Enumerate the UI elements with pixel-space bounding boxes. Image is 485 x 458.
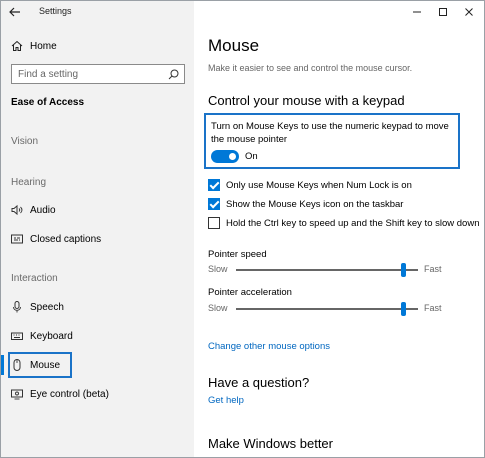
settings-window: Settings Home Ease of Access Vision Hear… <box>0 0 485 458</box>
toggle-state-label: On <box>245 151 258 162</box>
home-icon <box>11 40 23 52</box>
group-label-interaction: Interaction <box>11 273 58 284</box>
slider-track[interactable] <box>236 269 418 271</box>
slider-max-label: Fast <box>424 303 442 313</box>
section-title: Ease of Access <box>11 97 85 108</box>
group-label-vision: Vision <box>11 136 39 147</box>
keypad-section-heading: Control your mouse with a keypad <box>208 93 405 108</box>
question-heading: Have a question? <box>208 375 310 390</box>
sidebar-item-label: Closed captions <box>30 233 102 245</box>
slider-track[interactable] <box>236 308 418 310</box>
checkbox-num-lock[interactable]: Only use Mouse Keys when Num Lock is on <box>208 178 412 192</box>
sidebar-item-audio[interactable]: Audio <box>1 197 194 223</box>
minimize-icon[interactable] <box>406 1 428 23</box>
checkbox-taskbar-icon[interactable]: Show the Mouse Keys icon on the taskbar <box>208 197 403 211</box>
maximize-icon[interactable] <box>432 1 454 23</box>
page-title: Mouse <box>208 36 260 55</box>
home-nav-item[interactable]: Home <box>11 39 57 53</box>
sidebar-item-mouse[interactable]: Mouse <box>1 352 194 378</box>
home-label: Home <box>30 40 57 52</box>
sidebar-item-eye-control[interactable]: Eye control (beta) <box>1 381 194 407</box>
title-bar: Settings <box>1 1 194 23</box>
slider-thumb[interactable] <box>400 302 406 316</box>
sidebar-item-label: Audio <box>30 204 56 216</box>
slider-min-label: Slow <box>208 264 228 274</box>
mouse-keys-highlight-box: Turn on Mouse Keys to use the numeric ke… <box>204 113 460 169</box>
checkbox[interactable] <box>208 217 220 229</box>
search-input[interactable] <box>12 65 162 83</box>
speaker-icon <box>11 204 23 216</box>
closed-captions-icon <box>11 233 23 245</box>
app-title: Settings <box>39 6 72 16</box>
keyboard-icon <box>11 330 23 342</box>
mouse-keys-toggle[interactable] <box>211 150 239 163</box>
search-icon[interactable] <box>168 69 179 80</box>
selection-highlight-box <box>8 352 72 378</box>
pointer-acceleration-label: Pointer acceleration <box>208 287 292 298</box>
search-box[interactable] <box>11 64 185 84</box>
pointer-speed-slider[interactable]: Slow Fast <box>208 263 458 277</box>
pointer-acceleration-slider[interactable]: Slow Fast <box>208 302 458 316</box>
back-arrow-icon[interactable] <box>7 4 23 20</box>
microphone-icon <box>11 301 23 313</box>
checkbox-label: Show the Mouse Keys icon on the taskbar <box>226 198 404 210</box>
slider-max-label: Fast <box>424 264 442 274</box>
eye-control-icon <box>11 388 23 400</box>
checkbox[interactable] <box>208 198 220 210</box>
checkbox-label: Only use Mouse Keys when Num Lock is on <box>226 179 412 191</box>
pointer-speed-label: Pointer speed <box>208 249 267 260</box>
slider-min-label: Slow <box>208 303 228 313</box>
group-label-hearing: Hearing <box>11 177 47 188</box>
slider-thumb[interactable] <box>400 263 406 277</box>
page-subtitle: Make it easier to see and control the mo… <box>208 63 413 73</box>
close-icon[interactable] <box>458 1 480 23</box>
mouse-keys-description: Turn on Mouse Keys to use the numeric ke… <box>211 121 449 145</box>
sidebar-item-closed-captions[interactable]: Closed captions <box>1 226 194 252</box>
checkbox-ctrl-shift-speed[interactable]: Hold the Ctrl key to speed up and the Sh… <box>208 216 479 230</box>
selection-indicator <box>1 355 4 375</box>
checkbox[interactable] <box>208 179 220 191</box>
toggle-knob <box>229 153 236 160</box>
sidebar-item-label: Keyboard <box>30 330 73 342</box>
sidebar-item-label: Speech <box>30 301 64 313</box>
sidebar-item-keyboard[interactable]: Keyboard <box>1 323 194 349</box>
change-mouse-options-link[interactable]: Change other mouse options <box>208 341 330 352</box>
checkbox-label: Hold the Ctrl key to speed up and the Sh… <box>226 217 480 229</box>
main-content: Mouse Make it easier to see and control … <box>194 1 484 457</box>
sidebar-item-speech[interactable]: Speech <box>1 294 194 320</box>
get-help-link[interactable]: Get help <box>208 395 244 406</box>
make-windows-better-heading: Make Windows better <box>208 436 333 451</box>
sidebar-item-label: Eye control (beta) <box>30 388 109 400</box>
sidebar: Settings Home Ease of Access Vision Hear… <box>1 1 194 457</box>
